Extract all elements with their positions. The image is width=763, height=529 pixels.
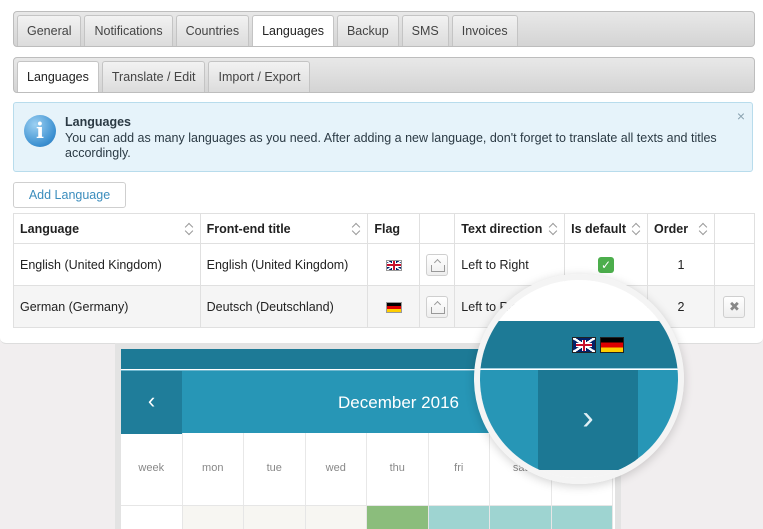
- cell-front-end-title: English (United Kingdom): [199, 243, 369, 286]
- calendar-day-cell[interactable]: [244, 505, 306, 529]
- cell-upload: [419, 243, 456, 286]
- tab-countries[interactable]: Countries: [175, 15, 250, 46]
- sort-icon[interactable]: [185, 222, 193, 236]
- upload-flag-button[interactable]: [426, 295, 449, 318]
- col-upload: [419, 213, 456, 244]
- language-switcher: [572, 337, 628, 353]
- calendar-day-cell[interactable]: [305, 505, 367, 529]
- main-tab-bar: General Notifications Countries Language…: [13, 11, 755, 47]
- col-front-end-title[interactable]: Front-end title: [199, 213, 369, 244]
- sort-icon[interactable]: [632, 222, 640, 236]
- calendar-day-cell[interactable]: [182, 505, 244, 529]
- lens-content: ›: [480, 280, 678, 478]
- cell-language: German (Germany): [13, 285, 201, 328]
- calendar-day-cell[interactable]: 3: [490, 505, 552, 529]
- calendar-day-cell[interactable]: [551, 505, 613, 529]
- magnifier-lens: ›: [474, 274, 684, 484]
- add-language-button[interactable]: Add Language: [13, 182, 126, 208]
- col-flag: Flag: [367, 213, 421, 244]
- check-icon[interactable]: ✓: [598, 256, 615, 273]
- table-header-row: Language Front-end title Flag Text direc…: [13, 213, 756, 244]
- cell-actions: [713, 243, 756, 286]
- col-order[interactable]: Order: [647, 213, 715, 244]
- uk-flag-icon: [385, 259, 402, 271]
- cell-flag: [367, 285, 421, 328]
- info-alert: i Languages You can add as many language…: [13, 102, 753, 172]
- delete-button[interactable]: ✖: [723, 295, 746, 318]
- week-number-cell: 48: [121, 505, 183, 529]
- de-flag-icon: [385, 301, 402, 313]
- de-flag-icon[interactable]: [600, 337, 624, 353]
- alert-title: Languages: [65, 115, 131, 129]
- cell-upload: [419, 285, 456, 328]
- col-text-direction[interactable]: Text direction: [454, 213, 566, 244]
- info-icon: i: [24, 115, 56, 147]
- weekday-label: week: [121, 433, 183, 505]
- chevron-left-icon[interactable]: ‹: [121, 371, 182, 434]
- cell-language: English (United Kingdom): [13, 243, 201, 286]
- weekday-label: wed: [306, 433, 367, 505]
- calendar-day-cell[interactable]: 2: [428, 505, 490, 529]
- col-language[interactable]: Language: [13, 213, 201, 244]
- sub-tab-bar: Languages Translate / Edit Import / Expo…: [13, 57, 755, 93]
- calendar-day-cell[interactable]: 1: [367, 505, 429, 529]
- weekday-label: thu: [367, 433, 429, 505]
- cell-front-end-title: Deutsch (Deutschland): [199, 285, 369, 328]
- chevron-right-icon[interactable]: ›: [538, 370, 638, 470]
- uk-flag-icon[interactable]: [572, 337, 596, 353]
- tab-general[interactable]: General: [17, 15, 82, 46]
- tab-backup[interactable]: Backup: [336, 15, 399, 46]
- weekday-label: mon: [183, 433, 244, 505]
- subtab-languages[interactable]: Languages: [17, 61, 99, 92]
- tab-invoices[interactable]: Invoices: [451, 15, 518, 46]
- alert-text: You can add as many languages as you nee…: [65, 131, 717, 160]
- sort-icon[interactable]: [699, 222, 707, 236]
- close-icon[interactable]: ×: [737, 108, 745, 124]
- subtab-import-export[interactable]: Import / Export: [208, 61, 311, 92]
- weekday-label: tue: [244, 433, 306, 505]
- col-actions: [713, 213, 756, 244]
- tab-languages[interactable]: Languages: [252, 15, 334, 46]
- calendar-week-row: 48 1 2 3: [121, 505, 615, 529]
- subtab-translate-edit[interactable]: Translate / Edit: [101, 61, 206, 92]
- sort-icon[interactable]: [352, 222, 360, 236]
- col-is-default[interactable]: Is default: [564, 213, 649, 244]
- sort-icon[interactable]: [549, 222, 557, 236]
- cell-actions: ✖: [713, 285, 756, 328]
- upload-flag-button[interactable]: [426, 253, 449, 276]
- tab-sms[interactable]: SMS: [401, 15, 449, 46]
- cell-flag: [367, 243, 421, 286]
- tab-notifications[interactable]: Notifications: [84, 15, 173, 46]
